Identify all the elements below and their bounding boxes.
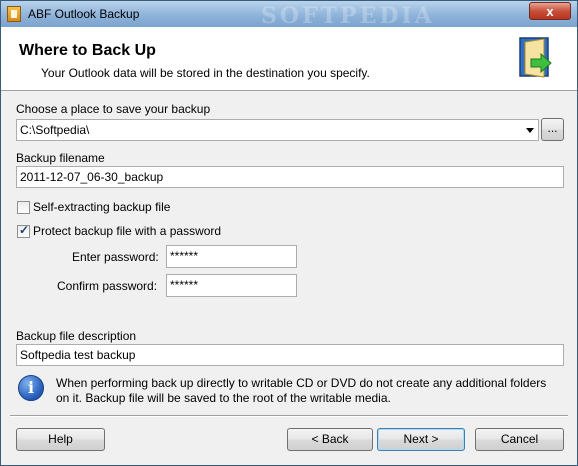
info-message: When performing back up directly to writ… xyxy=(56,376,547,405)
check-mark-icon: ✓ xyxy=(19,223,30,237)
description-field[interactable]: Softpedia test backup xyxy=(16,344,564,366)
page-title: Where to Back Up xyxy=(19,42,156,59)
wizard-door-arrow-icon xyxy=(519,37,552,78)
browse-button[interactable]: ... xyxy=(541,118,564,141)
protect-password-label[interactable]: Protect backup file with a password xyxy=(33,224,221,238)
wizard-window: ABF Outlook Backup SOFTPEDIA x Where to … xyxy=(0,0,578,466)
info-icon: i xyxy=(18,375,44,401)
protect-password-checkbox[interactable]: ✓ xyxy=(17,223,30,238)
location-combobox[interactable]: C:\Softpedia\ xyxy=(16,119,539,141)
title-bar[interactable]: ABF Outlook Backup SOFTPEDIA x xyxy=(1,1,577,29)
cancel-button[interactable]: Cancel xyxy=(475,428,564,451)
self-extracting-checkbox[interactable] xyxy=(17,201,30,214)
next-button[interactable]: Next > xyxy=(377,428,465,451)
chevron-down-icon[interactable] xyxy=(526,128,534,133)
filename-label: Backup filename xyxy=(16,151,105,165)
location-label: Choose a place to save your backup xyxy=(16,102,211,116)
back-button[interactable]: < Back xyxy=(287,428,373,451)
confirm-password-label: Confirm password: xyxy=(57,279,158,293)
wizard-header: Where to Back Up Your Outlook data will … xyxy=(1,27,577,91)
watermark: SOFTPEDIA xyxy=(261,3,435,29)
self-extracting-label[interactable]: Self-extracting backup file xyxy=(33,200,170,214)
close-button[interactable]: x xyxy=(529,2,571,20)
description-label: Backup file description xyxy=(16,329,137,343)
footer-separator xyxy=(10,415,568,417)
confirm-password-field[interactable]: ****** xyxy=(166,274,297,297)
app-icon xyxy=(7,6,21,22)
page-subtitle: Your Outlook data will be stored in the … xyxy=(41,66,370,80)
enter-password-label: Enter password: xyxy=(72,250,159,264)
filename-field[interactable]: 2011-12-07_06-30_backup xyxy=(16,166,564,188)
location-value: C:\Softpedia\ xyxy=(20,123,90,137)
help-button[interactable]: Help xyxy=(16,428,105,451)
window-title: ABF Outlook Backup xyxy=(28,7,140,21)
enter-password-field[interactable]: ****** xyxy=(166,245,297,268)
